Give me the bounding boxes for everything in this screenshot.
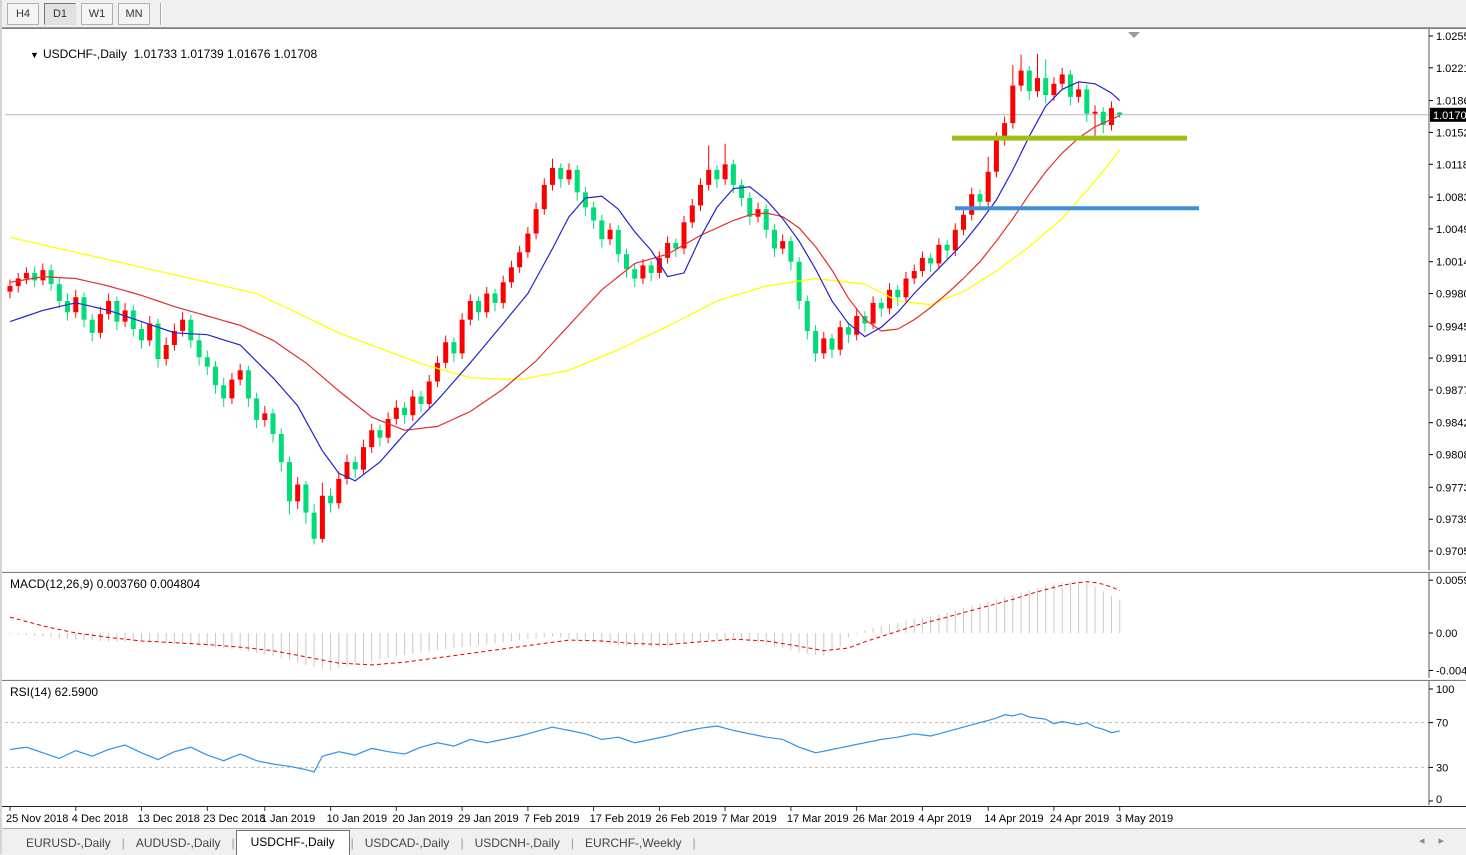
- svg-text:14 Apr 2019: 14 Apr 2019: [984, 813, 1043, 825]
- chart-symbol-label: USDCHF-,Daily: [42, 47, 127, 61]
- svg-text:0.00597: 0.00597: [1436, 575, 1466, 587]
- svg-text:0.99450: 0.99450: [1436, 321, 1466, 333]
- trading-terminal-window: H4 D1 W1 MN ▼ USDCHF-,Daily 1.01733 1.01739 …: [0, 0, 1466, 855]
- rsi-indicator-panel: RSI(14) 62.5900 100 70 30 0: [2, 680, 1466, 806]
- tab-scroll-left-icon[interactable]: ◂: [1419, 835, 1439, 847]
- svg-text:1.01180: 1.01180: [1436, 159, 1466, 171]
- toolbar-separator: [160, 2, 162, 25]
- macd-label: MACD(12,26,9) 0.003760 0.004804: [10, 577, 201, 591]
- timeframe-buttons: H4 D1 W1 MN: [2, 2, 150, 25]
- price-chart-panel[interactable]: ▼ USDCHF-,Daily 1.01733 1.01739 1.01676 1…: [2, 28, 1466, 571]
- chart-title: ▼ USDCHF-,Daily 1.01733 1.01739 1.01676 1…: [10, 33, 317, 75]
- svg-text:0.98420: 0.98420: [1436, 418, 1466, 430]
- tab-usdcad-daily[interactable]: USDCAD-,Daily: [355, 832, 460, 855]
- svg-text:4 Dec 2018: 4 Dec 2018: [72, 813, 128, 825]
- tab-eurusd-daily[interactable]: EURUSD-,Daily: [16, 832, 121, 855]
- svg-text:10 Jan 2019: 10 Jan 2019: [327, 813, 388, 825]
- svg-text:1.00490: 1.00490: [1436, 224, 1466, 236]
- svg-text:23 Dec 2018: 23 Dec 2018: [203, 813, 265, 825]
- svg-text:0.98080: 0.98080: [1436, 450, 1466, 462]
- macd-chart-surface: 0.00597 0.00 -0.004243: [2, 573, 1466, 678]
- svg-text:1.01860: 1.01860: [1436, 96, 1466, 108]
- svg-text:-0.004243: -0.004243: [1436, 666, 1466, 678]
- svg-text:70: 70: [1436, 718, 1448, 730]
- svg-text:17 Mar 2019: 17 Mar 2019: [787, 813, 849, 825]
- svg-text:13 Dec 2018: 13 Dec 2018: [138, 813, 200, 825]
- tab-usdcnh-daily[interactable]: USDCNH-,Daily: [465, 832, 570, 855]
- svg-text:0.97390: 0.97390: [1436, 514, 1466, 526]
- svg-text:0.99800: 0.99800: [1436, 289, 1466, 301]
- date-axis-labels: 25 Nov 2018 4 Dec 2018 13 Dec 2018 23 Dec 2…: [6, 807, 1173, 825]
- date-axis: 25 Nov 2018 4 Dec 2018 13 Dec 2018 23 Dec 2…: [2, 806, 1466, 829]
- tab-eurchf-weekly[interactable]: EURCHF-,Weekly: [575, 832, 691, 855]
- svg-text:25 Nov 2018: 25 Nov 2018: [6, 813, 68, 825]
- svg-text:26 Feb 2019: 26 Feb 2019: [655, 813, 717, 825]
- timeframe-button-w1[interactable]: W1: [81, 2, 113, 25]
- tab-audusd-daily[interactable]: AUDUSD-,Daily: [126, 832, 231, 855]
- svg-text:1.02210: 1.02210: [1436, 63, 1466, 75]
- tab-separator: |: [692, 836, 696, 850]
- chart-ohlc-values: 1.01733 1.01739 1.01676 1.01708: [133, 47, 318, 61]
- rsi-chart-surface: 100 70 30 0: [2, 681, 1466, 805]
- timeframe-button-h4[interactable]: H4: [7, 2, 39, 25]
- svg-text:1.00140: 1.00140: [1436, 257, 1466, 269]
- timeframe-toolbar: H4 D1 W1 MN: [2, 0, 1466, 28]
- svg-text:7 Mar 2019: 7 Mar 2019: [721, 813, 777, 825]
- chart-background: [2, 29, 1466, 570]
- svg-text:0: 0: [1436, 794, 1442, 805]
- triangle-down-icon: ▼: [30, 50, 39, 60]
- svg-text:20 Jan 2019: 20 Jan 2019: [392, 813, 453, 825]
- svg-text:0.97050: 0.97050: [1436, 546, 1466, 558]
- svg-text:26 Mar 2019: 26 Mar 2019: [853, 813, 915, 825]
- svg-text:1.02550: 1.02550: [1436, 31, 1466, 43]
- svg-text:3 May 2019: 3 May 2019: [1116, 813, 1173, 825]
- svg-text:0.99110: 0.99110: [1436, 353, 1466, 365]
- svg-text:4 Apr 2019: 4 Apr 2019: [918, 813, 971, 825]
- svg-text:29 Jan 2019: 29 Jan 2019: [458, 813, 519, 825]
- tab-scrollers: ◂▸: [1419, 834, 1458, 847]
- svg-text:0.97730: 0.97730: [1436, 482, 1466, 494]
- svg-text:24 Apr 2019: 24 Apr 2019: [1050, 813, 1109, 825]
- chart-tabs-bar: EURUSD-,Daily | AUDUSD-,Daily | USDCHF-,Dail…: [2, 828, 1466, 855]
- svg-text:0.00: 0.00: [1436, 628, 1457, 640]
- svg-text:100: 100: [1436, 684, 1454, 696]
- svg-text:1 Jan 2019: 1 Jan 2019: [261, 813, 315, 825]
- svg-text:1.00830: 1.00830: [1436, 192, 1466, 204]
- macd-indicator-panel: MACD(12,26,9) 0.003760 0.004804 0.005970…: [2, 572, 1466, 679]
- svg-text:0.98770: 0.98770: [1436, 385, 1466, 397]
- macd-background: [2, 573, 1466, 678]
- tab-usdchf-daily[interactable]: USDCHF-,Daily: [235, 830, 350, 855]
- svg-text:1.01520: 1.01520: [1436, 127, 1466, 139]
- date-axis-surface: 25 Nov 2018 4 Dec 2018 13 Dec 2018 23 Dec 2…: [6, 807, 1173, 825]
- rsi-label: RSI(14) 62.5900: [10, 685, 99, 699]
- current-price-value: 1.01708: [1433, 110, 1466, 122]
- tab-scroll-right-icon[interactable]: ▸: [1438, 835, 1458, 847]
- svg-text:17 Feb 2019: 17 Feb 2019: [590, 813, 652, 825]
- svg-text:7 Feb 2019: 7 Feb 2019: [524, 813, 580, 825]
- timeframe-button-d1[interactable]: D1: [44, 2, 76, 25]
- candlestick-chart-surface[interactable]: 1.02550 1.02210 1.01860 1.01520 1.01180 1.008…: [2, 29, 1466, 570]
- rsi-background: [2, 681, 1466, 805]
- svg-text:30: 30: [1436, 762, 1448, 774]
- timeframe-button-mn[interactable]: MN: [118, 2, 150, 25]
